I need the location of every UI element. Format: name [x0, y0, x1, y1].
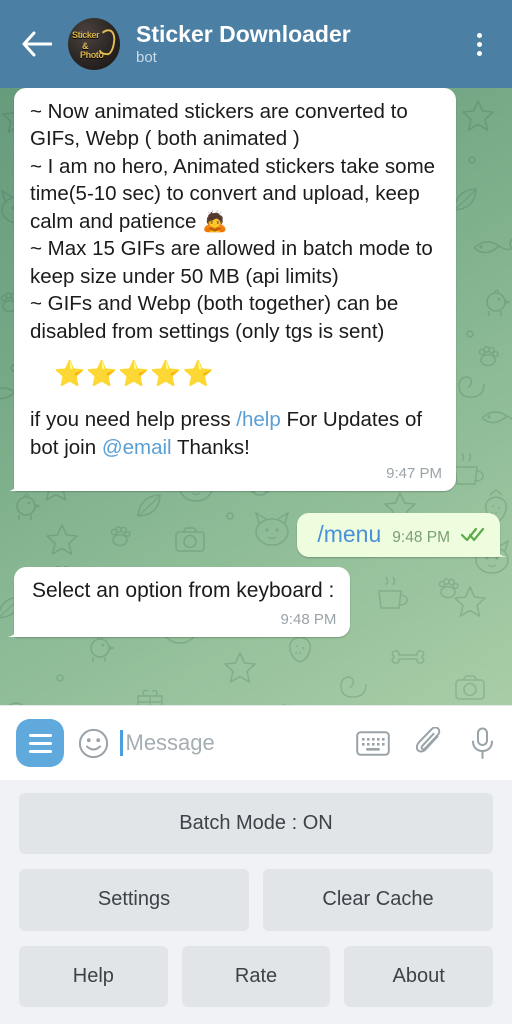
message-list[interactable]: ~ Now animated stickers are converted to…	[0, 88, 512, 705]
bot-commands-menu-button[interactable]	[16, 719, 64, 767]
message-body: /menu 9:48 PM	[297, 513, 500, 556]
help-command-link[interactable]: /help	[236, 408, 280, 431]
help-line: if you need help press /help For Updates…	[30, 400, 442, 461]
settings-button[interactable]: Settings	[19, 869, 249, 931]
dot	[476, 41, 482, 47]
avatar-text-line1: Sticker	[72, 30, 100, 40]
avatar[interactable]: Sticker & Photo	[68, 18, 120, 70]
page-title: Sticker Downloader	[136, 20, 351, 47]
dot	[476, 32, 482, 38]
message-text: ~ Now animated stickers are converted to…	[30, 100, 436, 343]
message-bubble-incoming[interactable]: ~ Now animated stickers are converted to…	[14, 88, 456, 492]
help-suffix-text: Thanks!	[171, 435, 250, 459]
message-gap	[0, 491, 512, 513]
hamburger-bar	[28, 741, 52, 745]
channel-mention-link[interactable]: @email	[102, 436, 172, 459]
hamburger-bar	[28, 749, 52, 753]
microphone-icon[interactable]	[470, 727, 495, 760]
avatar-text-line2: Photo	[80, 50, 104, 60]
message-meta: 9:48 PM	[14, 611, 350, 637]
dot	[476, 50, 482, 56]
message-bubble-incoming[interactable]: Select an option from keyboard : 9:48 PM	[14, 566, 351, 637]
keyboard-row: Batch Mode : ON	[19, 793, 493, 855]
hamburger-bar	[28, 733, 52, 737]
chat-title-block[interactable]: Sticker Downloader bot	[136, 20, 462, 67]
chat-header: Sticker & Photo Sticker Downloader bot	[0, 0, 512, 88]
message-gap	[0, 557, 512, 567]
about-button[interactable]: About	[344, 945, 494, 1007]
keyboard-icon[interactable]	[356, 730, 390, 756]
chat-status: bot	[136, 48, 157, 66]
overflow-menu-icon[interactable]	[462, 21, 496, 67]
timestamp: 9:48 PM	[280, 610, 337, 628]
clear-cache-button[interactable]: Clear Cache	[263, 869, 493, 931]
help-button[interactable]: Help	[19, 945, 168, 1007]
message-input-placeholder: Message	[125, 730, 215, 755]
message-text: Select an option from keyboard :	[32, 578, 335, 602]
messages-container: ~ Now animated stickers are converted to…	[0, 88, 512, 705]
command-text[interactable]: /menu	[317, 522, 381, 548]
timestamp: 9:48 PM	[392, 529, 450, 547]
star-rating: ⭐⭐⭐⭐⭐	[54, 360, 215, 389]
message-input-bar: Message	[0, 705, 512, 780]
keyboard-row: Settings Clear Cache	[19, 869, 493, 931]
message-body: ~ Now animated stickers are converted to…	[14, 88, 456, 465]
message-body: Select an option from keyboard :	[14, 567, 350, 611]
message-bubble-outgoing[interactable]: /menu 9:48 PM	[297, 513, 500, 557]
rate-button[interactable]: Rate	[181, 945, 331, 1007]
input-actions	[356, 727, 495, 760]
text-caret	[120, 730, 123, 756]
keyboard-row: Help Rate About	[19, 945, 494, 1007]
custom-reply-keyboard: Batch Mode : ON Settings Clear Cache Hel…	[0, 780, 512, 1024]
message-meta: 9:47 PM	[14, 465, 456, 491]
paperclip-icon[interactable]	[416, 727, 444, 759]
back-arrow-icon[interactable]	[14, 21, 60, 67]
telegram-chat-screen: Sticker & Photo Sticker Downloader bot ~…	[0, 0, 512, 1024]
read-receipt-icon	[460, 527, 485, 546]
help-prefix-text: if you need help press	[30, 408, 237, 432]
batch-mode-button[interactable]: Batch Mode : ON	[19, 793, 493, 855]
smiley-face-icon[interactable]	[78, 728, 109, 759]
search-input[interactable]: Message	[120, 730, 346, 756]
timestamp: 9:47 PM	[386, 465, 442, 483]
